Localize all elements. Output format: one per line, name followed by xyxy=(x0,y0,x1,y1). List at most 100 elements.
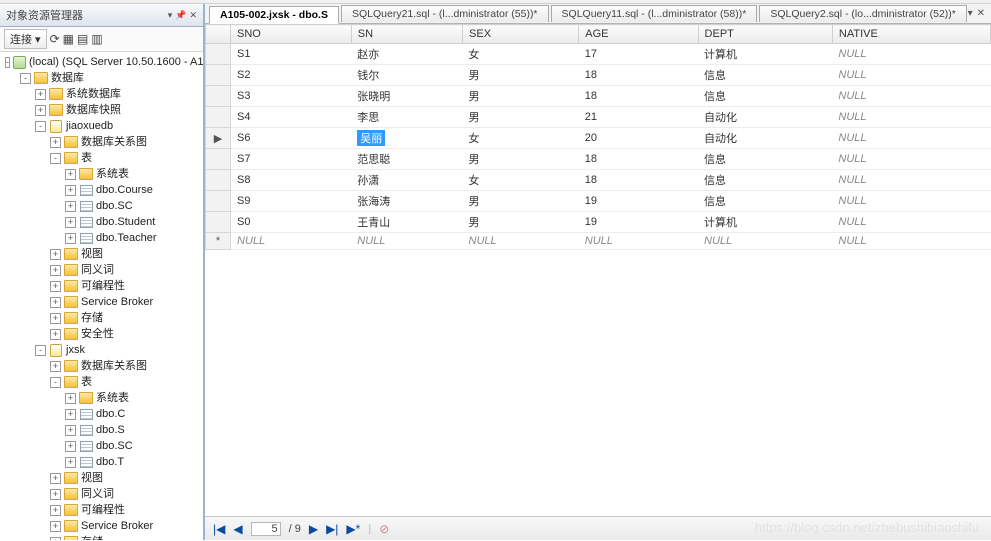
panel-pin-icon[interactable]: 📌 xyxy=(175,10,186,21)
table-row[interactable]: S3张晓明男18信息NULL xyxy=(206,86,991,107)
collapse-icon[interactable]: - xyxy=(20,73,31,84)
expand-icon[interactable]: + xyxy=(50,137,61,148)
editor-tab[interactable]: A105-002.jxsk - dbo.S xyxy=(209,6,339,24)
refresh-icon[interactable]: ⟳ xyxy=(50,32,60,46)
data-grid[interactable]: SNOSNSEXAGEDEPTNATIVE S1赵亦女17计算机NULLS2钱尔… xyxy=(205,24,991,250)
tree-node[interactable]: +数据库关系图 xyxy=(2,358,203,374)
cell[interactable]: NULL xyxy=(832,107,990,128)
expand-icon[interactable]: + xyxy=(65,457,76,468)
cell[interactable]: 范思聪 xyxy=(351,149,462,170)
tab-menu-icon[interactable]: ▾ xyxy=(968,8,973,19)
cell[interactable]: NULL xyxy=(832,149,990,170)
cell[interactable]: 自动化 xyxy=(698,128,832,149)
cell[interactable]: 信息 xyxy=(698,149,832,170)
cell[interactable]: 信息 xyxy=(698,86,832,107)
tree-node[interactable]: +系统数据库 xyxy=(2,86,203,102)
cell[interactable]: S8 xyxy=(231,170,352,191)
column-header[interactable]: SNO xyxy=(231,25,352,44)
cell[interactable]: 女 xyxy=(463,170,579,191)
expand-icon[interactable]: + xyxy=(50,537,61,541)
cell[interactable]: NULL xyxy=(832,233,990,250)
connect-button[interactable]: 连接 ▾ xyxy=(4,29,47,49)
tree-node[interactable]: +dbo.S xyxy=(2,422,203,438)
cell[interactable]: 17 xyxy=(579,44,698,65)
tree-node[interactable]: -jxsk xyxy=(2,342,203,358)
table-row[interactable]: S8孙潇女18信息NULL xyxy=(206,170,991,191)
cell[interactable]: S9 xyxy=(231,191,352,212)
row-marker[interactable] xyxy=(206,86,231,107)
tree-node[interactable]: +Service Broker xyxy=(2,518,203,534)
tree-node[interactable]: +数据库快照 xyxy=(2,102,203,118)
column-header[interactable]: DEPT xyxy=(698,25,832,44)
tree-node[interactable]: +视图 xyxy=(2,470,203,486)
column-header[interactable]: SEX xyxy=(463,25,579,44)
cell[interactable]: 18 xyxy=(579,86,698,107)
tree-node[interactable]: +同义词 xyxy=(2,262,203,278)
column-header[interactable]: AGE xyxy=(579,25,698,44)
filter-icon[interactable]: ▦ xyxy=(63,32,74,46)
table-row[interactable]: S4李思男21自动化NULL xyxy=(206,107,991,128)
tree-node[interactable]: +存储 xyxy=(2,310,203,326)
cell[interactable]: 20 xyxy=(579,128,698,149)
cell[interactable]: 信息 xyxy=(698,170,832,191)
expand-icon[interactable]: + xyxy=(35,105,46,116)
expand-icon[interactable]: + xyxy=(50,249,61,260)
tree-node[interactable]: +安全性 xyxy=(2,326,203,342)
cell[interactable]: 信息 xyxy=(698,65,832,86)
cell[interactable]: 男 xyxy=(463,107,579,128)
row-marker[interactable] xyxy=(206,44,231,65)
row-marker[interactable] xyxy=(206,212,231,233)
cell[interactable]: NULL xyxy=(832,191,990,212)
cell[interactable]: 男 xyxy=(463,65,579,86)
cell[interactable]: 孙潇 xyxy=(351,170,462,191)
tree-node[interactable]: +dbo.Course xyxy=(2,182,203,198)
expand-icon[interactable]: + xyxy=(35,89,46,100)
table-row[interactable]: S0王青山男19计算机NULL xyxy=(206,212,991,233)
tree-node[interactable]: +可编程性 xyxy=(2,278,203,294)
tree-node[interactable]: +dbo.T xyxy=(2,454,203,470)
first-record-icon[interactable]: |◀ xyxy=(213,522,225,536)
cell[interactable]: NULL xyxy=(832,86,990,107)
collapse-icon[interactable]: - xyxy=(35,121,46,132)
cancel-edit-icon[interactable]: ⊘ xyxy=(379,522,389,536)
expand-icon[interactable]: + xyxy=(50,297,61,308)
cell[interactable]: 自动化 xyxy=(698,107,832,128)
expand-icon[interactable]: + xyxy=(65,425,76,436)
tree-node[interactable]: +视图 xyxy=(2,246,203,262)
cell[interactable]: NULL xyxy=(463,233,579,250)
cell[interactable]: NULL xyxy=(832,170,990,191)
tree-node[interactable]: +同义词 xyxy=(2,486,203,502)
tree-node[interactable]: +dbo.SC xyxy=(2,198,203,214)
editor-tab[interactable]: SQLQuery21.sql - (l...dministrator (55))… xyxy=(341,5,549,22)
tree-node[interactable]: +系统表 xyxy=(2,166,203,182)
cell[interactable]: NULL xyxy=(579,233,698,250)
expand-icon[interactable]: + xyxy=(65,169,76,180)
cell[interactable]: S1 xyxy=(231,44,352,65)
cell[interactable]: 18 xyxy=(579,149,698,170)
cell[interactable]: 男 xyxy=(463,191,579,212)
cell[interactable]: NULL xyxy=(832,128,990,149)
cell[interactable]: 王青山 xyxy=(351,212,462,233)
cell[interactable]: S7 xyxy=(231,149,352,170)
expand-icon[interactable]: + xyxy=(50,329,61,340)
editor-tab[interactable]: SQLQuery11.sql - (l...dministrator (58))… xyxy=(551,5,758,22)
tree-node[interactable]: +dbo.SC xyxy=(2,438,203,454)
tab-close-icon[interactable]: ✕ xyxy=(977,8,985,19)
new-row-marker[interactable]: * xyxy=(206,233,231,250)
cell[interactable]: 女 xyxy=(463,128,579,149)
row-marker[interactable] xyxy=(206,191,231,212)
editor-tab[interactable]: SQLQuery2.sql - (lo...dministrator (52))… xyxy=(759,5,967,22)
cell[interactable]: S3 xyxy=(231,86,352,107)
cell[interactable]: S2 xyxy=(231,65,352,86)
cell[interactable]: 18 xyxy=(579,65,698,86)
panel-dropdown-icon[interactable]: ▾ xyxy=(168,10,173,21)
cell[interactable]: 吴丽 xyxy=(351,128,462,149)
table-row[interactable]: S7范思聪男18信息NULL xyxy=(206,149,991,170)
cell[interactable]: 男 xyxy=(463,212,579,233)
collapse-icon[interactable]: - xyxy=(35,345,46,356)
cell[interactable]: 计算机 xyxy=(698,44,832,65)
cell[interactable]: 男 xyxy=(463,86,579,107)
cell[interactable]: 男 xyxy=(463,149,579,170)
row-marker[interactable] xyxy=(206,149,231,170)
expand-icon[interactable]: + xyxy=(50,313,61,324)
